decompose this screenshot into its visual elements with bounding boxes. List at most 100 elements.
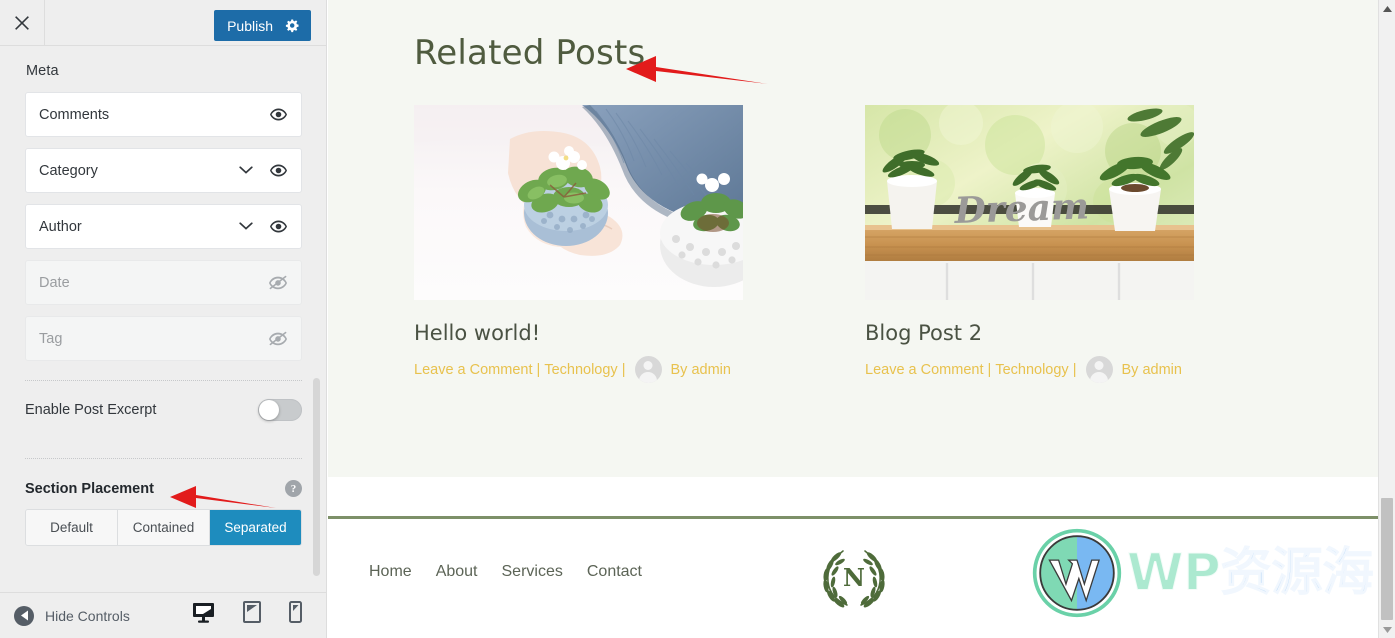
- desktop-icon: [193, 603, 214, 623]
- help-icon[interactable]: ?: [285, 480, 302, 497]
- sidebar-scroll-region[interactable]: Meta Comments Category Author Date Tag E…: [0, 46, 326, 592]
- eye-hidden-icon[interactable]: [269, 331, 287, 346]
- site-logo-laurel-wreath[interactable]: N: [816, 544, 892, 610]
- scroll-down-arrow-icon[interactable]: [1379, 621, 1395, 638]
- section-placement-header: Section Placement ?: [25, 480, 302, 497]
- avatar: [634, 356, 662, 383]
- author-name-link[interactable]: admin: [691, 362, 731, 378]
- related-post-card[interactable]: Dream Blog Post 2 Leave a Comment | Tech…: [865, 105, 1194, 383]
- gear-glyph: [285, 19, 299, 33]
- eye-hidden-icon[interactable]: [269, 275, 287, 290]
- avatar: [1085, 356, 1113, 383]
- preview-scrollbar[interactable]: [1378, 0, 1395, 638]
- close-icon[interactable]: [0, 0, 45, 45]
- sidebar-scrollbar-thumb[interactable]: [313, 378, 320, 576]
- chevron-glyph: [239, 166, 253, 174]
- site-preview: Related Posts Hello world! Leave a Comme…: [328, 0, 1395, 638]
- section-placement-title: Section Placement: [25, 480, 154, 497]
- eye-glyph: [270, 108, 287, 121]
- related-post-card[interactable]: Hello world! Leave a Comment | Technolog…: [414, 105, 743, 383]
- toggle-knob: [259, 400, 279, 420]
- down-triangle-glyph: [1382, 626, 1392, 633]
- post-thumbnail-windowsill-plants[interactable]: Dream: [865, 105, 1194, 300]
- author-prefix: By: [670, 361, 688, 378]
- sidebar-bottom-bar: Hide Controls: [0, 592, 326, 638]
- related-posts-section: Related Posts Hello world! Leave a Comme…: [328, 0, 1395, 477]
- leave-a-comment-link[interactable]: Leave a Comment: [414, 362, 532, 378]
- eye-slash-glyph: [269, 275, 287, 290]
- meta-separator: |: [1072, 361, 1077, 378]
- post-title[interactable]: Blog Post 2: [865, 321, 1194, 345]
- meta-row-category[interactable]: Category: [25, 148, 302, 193]
- scrollbar-thumb[interactable]: [1381, 498, 1393, 620]
- svg-text:Dream: Dream: [953, 185, 1090, 232]
- placement-option-default[interactable]: Default: [26, 510, 118, 545]
- meta-row-comments[interactable]: Comments: [25, 92, 302, 137]
- chevron-down-icon[interactable]: [239, 166, 253, 175]
- left-triangle-glyph: [20, 610, 28, 621]
- post-category-link[interactable]: Technology: [544, 362, 617, 378]
- publish-label: Publish: [227, 17, 273, 34]
- author-name-link[interactable]: admin: [1142, 362, 1182, 378]
- eye-glyph: [270, 220, 287, 233]
- meta-label: Comments: [39, 106, 110, 123]
- publish-button[interactable]: Publish: [214, 10, 311, 41]
- device-mobile-button[interactable]: [289, 601, 302, 630]
- meta-row-author[interactable]: Author: [25, 204, 302, 249]
- logo-letter: N: [843, 563, 865, 592]
- section-placement-segmented-control: Default Contained Separated: [25, 509, 302, 546]
- footer-nav-services[interactable]: Services: [502, 563, 563, 581]
- chevron-down-icon[interactable]: [239, 222, 253, 231]
- meta-row-date[interactable]: Date: [25, 260, 302, 305]
- meta-label: Tag: [39, 330, 63, 347]
- customizer-sidebar: Publish Meta Comments Category Author Da…: [0, 0, 327, 638]
- eye-glyph: [270, 164, 287, 177]
- enable-post-excerpt-label: Enable Post Excerpt: [25, 402, 157, 418]
- related-posts-grid: Hello world! Leave a Comment | Technolog…: [414, 105, 1395, 383]
- meta-label: Author: [39, 218, 82, 235]
- device-preview-buttons: [192, 601, 302, 630]
- meta-label: Date: [39, 274, 70, 291]
- device-tablet-button[interactable]: [243, 601, 261, 630]
- post-title[interactable]: Hello world!: [414, 321, 743, 345]
- eye-visible-icon[interactable]: [270, 220, 287, 233]
- tablet-icon: [243, 601, 261, 623]
- footer-nav-contact[interactable]: Contact: [587, 563, 642, 581]
- post-thumbnail-hands-potting-plant[interactable]: [414, 105, 743, 300]
- enable-post-excerpt-row: Enable Post Excerpt: [25, 381, 302, 439]
- site-footer: Home About Services Contact N: [328, 516, 1395, 635]
- footer-navigation: Home About Services Contact: [369, 563, 642, 581]
- scroll-up-arrow-icon[interactable]: [1379, 0, 1395, 17]
- eye-visible-icon[interactable]: [270, 108, 287, 121]
- meta-row-tag[interactable]: Tag: [25, 316, 302, 361]
- customizer-screen: Publish Meta Comments Category Author Da…: [0, 0, 1395, 638]
- leave-a-comment-link[interactable]: Leave a Comment: [865, 362, 983, 378]
- placement-option-separated[interactable]: Separated: [210, 510, 301, 545]
- related-posts-heading: Related Posts: [414, 33, 646, 73]
- hide-controls-button[interactable]: Hide Controls: [14, 605, 130, 626]
- meta-separator: |: [621, 361, 626, 378]
- device-desktop-button[interactable]: [192, 602, 215, 630]
- section-spacer: [328, 477, 1395, 516]
- gear-icon[interactable]: [285, 18, 300, 33]
- mobile-icon: [289, 601, 302, 623]
- footer-nav-home[interactable]: Home: [369, 563, 412, 581]
- enable-post-excerpt-toggle[interactable]: [258, 399, 302, 421]
- placement-option-contained[interactable]: Contained: [118, 510, 210, 545]
- sidebar-topbar: Publish: [0, 0, 326, 46]
- eye-visible-icon[interactable]: [270, 164, 287, 177]
- meta-section-title: Meta: [26, 63, 59, 79]
- author-prefix: By: [1121, 361, 1139, 378]
- hide-controls-label: Hide Controls: [45, 607, 130, 624]
- divider: [25, 458, 302, 459]
- meta-label: Category: [39, 162, 98, 179]
- footer-nav-about[interactable]: About: [436, 563, 478, 581]
- thumbnail-art: [414, 105, 743, 300]
- chevron-glyph: [239, 222, 253, 230]
- post-meta: Leave a Comment | Technology | By admin: [865, 356, 1194, 383]
- post-category-link[interactable]: Technology: [995, 362, 1068, 378]
- post-meta: Leave a Comment | Technology | By admin: [414, 356, 743, 383]
- close-x-glyph: [15, 15, 29, 30]
- collapse-arrow-icon: [14, 605, 34, 626]
- laurel-wreath-glyph: N: [823, 550, 885, 608]
